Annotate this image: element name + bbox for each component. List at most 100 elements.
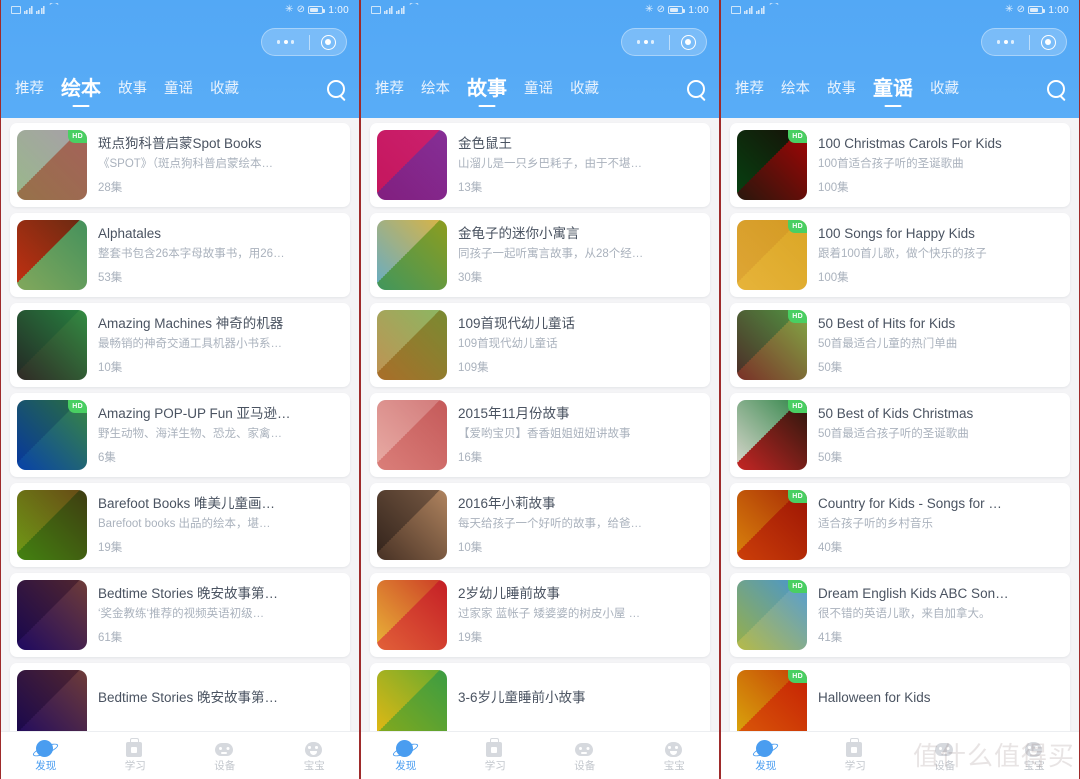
list-item[interactable]: HD 100 Christmas Carols For Kids 100首适合孩子听… [730, 123, 1070, 207]
list-item[interactable]: 109首现代幼儿童话 109首现代幼儿童话 109集 [370, 303, 710, 387]
tab-nursery-rhymes[interactable]: 童谣 [524, 82, 553, 107]
tab-favorites[interactable]: 收藏 [570, 82, 599, 107]
list-item[interactable]: HD 50 Best of Kids Christmas 50首最适合孩子听的圣诞歌… [730, 393, 1070, 477]
item-episode-count: 100集 [818, 272, 849, 285]
tab-favorites[interactable]: 收藏 [930, 82, 959, 107]
list-item[interactable]: Amazing Machines 神奇的机器 最畅销的神奇交通工具机器小书系… 10… [10, 303, 350, 387]
bottom-navigation[interactable]: 发现 学习 设备 宝宝 [721, 731, 1079, 779]
screenshot-triptych: ✳ ⊘ 1:00 推荐 绘本 故事 童谣 收藏 HD 斑点狗科普启蒙Spot Bo [0, 0, 1080, 779]
item-meta: Barefoot Books 唯美儿童画… Barefoot books 出品的绘… [87, 490, 341, 560]
list-item[interactable]: 2016年小莉故事 每天给孩子一个好听的故事，给爸… 10集 [370, 483, 710, 567]
nav-item-device[interactable]: 设备 [900, 740, 990, 772]
signal-icon-2 [756, 6, 765, 14]
nav-item-label: 发现 [35, 759, 57, 772]
item-meta: 金龟子的迷你小寓言 同孩子一起听寓言故事，从28个经… 30集 [447, 220, 701, 290]
category-tab-bar[interactable]: 推荐 绘本 故事 童谣 收藏 [721, 70, 1079, 118]
list-item[interactable]: 2015年11月份故事 【爱哟宝贝】香香姐姐妞妞讲故事 16集 [370, 393, 710, 477]
wifi-icon [408, 6, 418, 14]
content-list[interactable]: HD 100 Christmas Carols For Kids 100首适合孩子听… [721, 118, 1079, 731]
list-item[interactable]: 金龟子的迷你小寓言 同孩子一起听寓言故事，从28个经… 30集 [370, 213, 710, 297]
close-target-icon[interactable] [1030, 34, 1066, 50]
nav-item-discover[interactable]: 发现 [721, 739, 811, 772]
miniprogram-capsule[interactable] [981, 28, 1067, 56]
list-item[interactable]: HD Amazing POP-UP Fun 亚马逊… 野生动物、海洋生物、恐龙、家禽… [10, 393, 350, 477]
item-subtitle: 《SPOT》（斑点狗科普启蒙绘本… [98, 157, 274, 170]
miniprogram-capsule[interactable] [621, 28, 707, 56]
item-thumbnail [377, 130, 447, 200]
search-icon[interactable] [1047, 79, 1067, 100]
tab-picture-books[interactable]: 绘本 [781, 82, 810, 107]
nav-item-label: 学习 [484, 759, 506, 772]
thumbnail-artwork [17, 220, 87, 290]
item-meta: Amazing POP-UP Fun 亚马逊… 野生动物、海洋生物、恐龙、家禽… 6… [87, 400, 341, 470]
list-item[interactable]: HD Dream English Kids ABC Son… 很不错的英语儿歌，来自… [730, 573, 1070, 657]
item-subtitle: 整套书包含26本字母故事书，用26… [98, 247, 285, 260]
list-item[interactable]: Alphatales 整套书包含26本字母故事书，用26… 53集 [10, 213, 350, 297]
phone-screen-picture-books: ✳ ⊘ 1:00 推荐 绘本 故事 童谣 收藏 HD 斑点狗科普启蒙Spot Bo [0, 0, 360, 779]
tab-stories[interactable]: 故事 [827, 82, 856, 107]
list-item[interactable]: HD Country for Kids - Songs for … 适合孩子听的乡村… [730, 483, 1070, 567]
close-target-icon[interactable] [670, 34, 706, 50]
bottom-navigation[interactable]: 发现 学习 设备 宝宝 [361, 731, 719, 779]
thumbnail-artwork [17, 670, 87, 731]
content-list[interactable]: HD 斑点狗科普启蒙Spot Books 《SPOT》（斑点狗科普启蒙绘本… 28集 A… [1, 118, 359, 731]
list-item[interactable]: 2岁幼儿睡前故事 过家家 蓝帐子 矮婆婆的树皮小屋 … 19集 [370, 573, 710, 657]
list-item[interactable]: HD 50 Best of Hits for Kids 50首最适合儿童的热门单曲 5… [730, 303, 1070, 387]
tab-recommend[interactable]: 推荐 [15, 82, 44, 107]
wifi-icon [768, 6, 778, 14]
list-item[interactable]: 3-6岁儿童睡前小故事 [370, 663, 710, 731]
nav-item-discover[interactable]: 发现 [1, 739, 91, 772]
tab-picture-books[interactable]: 绘本 [421, 82, 450, 107]
tab-picture-books[interactable]: 绘本 [61, 79, 101, 109]
tab-stories[interactable]: 故事 [467, 79, 507, 109]
list-item[interactable]: 金色鼠王 山溜儿是一只乡巴耗子，由于不堪… 13集 [370, 123, 710, 207]
search-icon[interactable] [327, 79, 347, 100]
nav-item-baby[interactable]: 宝宝 [630, 740, 720, 772]
signal-icon-1 [744, 6, 753, 14]
nav-item-device[interactable]: 设备 [540, 740, 630, 772]
list-item[interactable]: HD 斑点狗科普启蒙Spot Books 《SPOT》（斑点狗科普启蒙绘本… 28集 [10, 123, 350, 207]
tab-recommend[interactable]: 推荐 [375, 82, 404, 107]
item-meta: 100 Songs for Happy Kids 跟着100首儿歌，做个快乐的孩子… [807, 220, 1061, 290]
search-icon[interactable] [687, 79, 707, 100]
item-thumbnail [17, 580, 87, 650]
nav-item-study[interactable]: 学习 [451, 737, 541, 772]
list-item[interactable]: Barefoot Books 唯美儿童画… Barefoot books 出品的绘… [10, 483, 350, 567]
robot-device-icon [935, 740, 954, 759]
list-item[interactable]: HD 100 Songs for Happy Kids 跟着100首儿歌，做个快乐的… [730, 213, 1070, 297]
list-item[interactable]: HD Halloween for Kids [730, 663, 1070, 731]
item-subtitle: 100首适合孩子听的圣诞歌曲 [818, 157, 964, 170]
tab-recommend[interactable]: 推荐 [735, 82, 764, 107]
nav-item-discover[interactable]: 发现 [361, 739, 451, 772]
nav-item-study[interactable]: 学习 [811, 737, 901, 772]
item-meta: 斑点狗科普启蒙Spot Books 《SPOT》（斑点狗科普启蒙绘本… 28集 [87, 130, 341, 200]
status-bar: ✳ ⊘ 1:00 [721, 0, 1079, 20]
more-menu-icon[interactable] [622, 40, 669, 44]
category-tab-bar[interactable]: 推荐 绘本 故事 童谣 收藏 [1, 70, 359, 118]
robot-device-icon [215, 740, 234, 759]
hd-badge: HD [788, 310, 807, 323]
nav-item-device[interactable]: 设备 [180, 740, 270, 772]
list-item[interactable]: Bedtime Stories 晚安故事第… [10, 663, 350, 731]
bottom-navigation[interactable]: 发现 学习 设备 宝宝 [1, 731, 359, 779]
nav-item-baby[interactable]: 宝宝 [270, 740, 360, 772]
hd-badge: HD [788, 490, 807, 503]
tab-nursery-rhymes[interactable]: 童谣 [873, 79, 913, 109]
nav-item-baby[interactable]: 宝宝 [990, 740, 1080, 772]
more-menu-icon[interactable] [982, 40, 1029, 44]
tab-nursery-rhymes[interactable]: 童谣 [164, 82, 193, 107]
tab-stories[interactable]: 故事 [118, 82, 147, 107]
nav-item-study[interactable]: 学习 [91, 737, 181, 772]
category-tab-bar[interactable]: 推荐 绘本 故事 童谣 收藏 [361, 70, 719, 118]
miniprogram-capsule[interactable] [261, 28, 347, 56]
item-title: Bedtime Stories 晚安故事第… [98, 586, 279, 602]
list-item[interactable]: Bedtime Stories 晚安故事第… ‘奖金教练‘推荐的视频英语初级… 61… [10, 573, 350, 657]
tab-favorites[interactable]: 收藏 [210, 82, 239, 107]
status-bar: ✳ ⊘ 1:00 [1, 0, 359, 20]
item-meta: 2016年小莉故事 每天给孩子一个好听的故事，给爸… 10集 [447, 490, 701, 560]
more-menu-icon[interactable] [262, 40, 309, 44]
close-target-icon[interactable] [310, 34, 346, 50]
item-subtitle: 50首最适合儿童的热门单曲 [818, 337, 958, 350]
content-list[interactable]: 金色鼠王 山溜儿是一只乡巴耗子，由于不堪… 13集金龟子的迷你小寓言 同孩子一起听寓言… [361, 118, 719, 731]
item-meta: 109首现代幼儿童话 109首现代幼儿童话 109集 [447, 310, 701, 380]
